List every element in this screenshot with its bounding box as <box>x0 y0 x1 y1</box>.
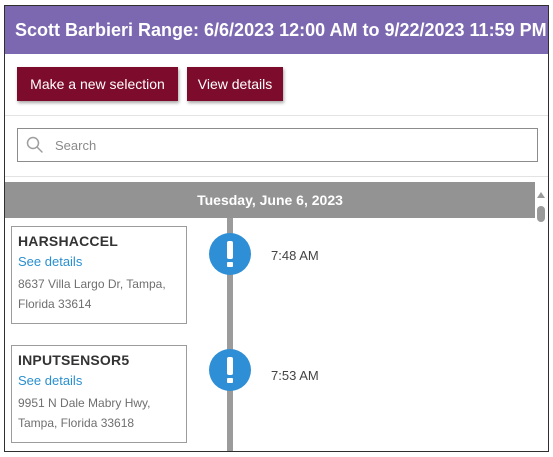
event-title: INPUTSENSOR5 <box>18 352 130 368</box>
scrollbar-thumb[interactable] <box>537 206 545 222</box>
event-card: INPUTSENSOR5 See details 9951 N Dale Mab… <box>11 345 187 443</box>
range-dialog: Scott Barbieri Range: 6/6/2023 12:00 AM … <box>4 5 549 452</box>
date-header-label: Tuesday, June 6, 2023 <box>197 192 343 208</box>
event-address-line2: Florida 33614 <box>18 297 92 311</box>
search-icon <box>26 136 43 153</box>
view-details-button[interactable]: View details <box>187 67 283 101</box>
event-address-line2: Tampa, Florida 33618 <box>18 416 135 430</box>
search-input[interactable] <box>53 136 497 154</box>
search-box[interactable] <box>17 128 538 162</box>
see-details-link[interactable]: See details <box>18 254 180 269</box>
vertical-scrollbar[interactable] <box>535 182 548 451</box>
see-details-link[interactable]: See details <box>18 373 180 388</box>
toolbar: Make a new selection View details <box>5 54 548 116</box>
event-title: HARSHACCEL <box>18 233 118 249</box>
event-time: 7:53 AM <box>271 368 319 383</box>
divider <box>5 176 548 177</box>
event-address-line1: 8637 Villa Largo Dr, Tampa, <box>18 277 166 291</box>
event-address: 8637 Villa Largo Dr, Tampa, Florida 3361… <box>18 274 180 314</box>
event-time: 7:48 AM <box>271 248 319 263</box>
alert-exclamation-icon[interactable] <box>208 348 252 392</box>
event-address-line1: 9951 N Dale Mabry Hwy, <box>18 396 151 410</box>
event-card: HARSHACCEL See details 8637 Villa Largo … <box>11 226 187 324</box>
scroll-up-arrow-icon[interactable] <box>537 192 545 198</box>
dialog-title-bar: Scott Barbieri Range: 6/6/2023 12:00 AM … <box>5 6 548 54</box>
date-header: Tuesday, June 6, 2023 <box>5 182 535 218</box>
alert-exclamation-icon[interactable] <box>208 232 252 276</box>
timeline-scroll-area[interactable]: Tuesday, June 6, 2023 HARSHACCEL See det… <box>5 182 535 451</box>
make-new-selection-button[interactable]: Make a new selection <box>17 67 178 101</box>
dialog-title: Scott Barbieri Range: 6/6/2023 12:00 AM … <box>15 19 547 40</box>
event-address: 9951 N Dale Mabry Hwy, Tampa, Florida 33… <box>18 393 180 433</box>
